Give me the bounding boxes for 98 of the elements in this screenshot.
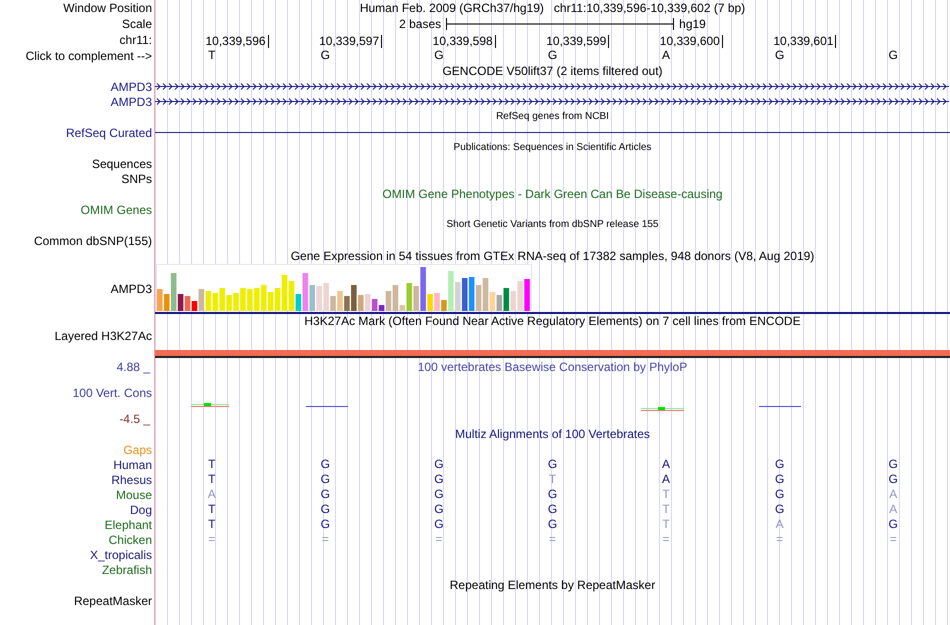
base-letter: =: [662, 533, 670, 546]
conservation-mark: [640, 407, 684, 411]
position-text: chr11:10,339,596-10,339,602 (7 bp): [554, 1, 746, 15]
base-letter: T: [662, 503, 670, 516]
base-letter: A: [776, 518, 784, 531]
base-letter: =: [208, 533, 216, 546]
coordinate-label: 10,339,599: [546, 35, 610, 48]
base-letter: G: [774, 503, 784, 516]
track-label[interactable]: AMPD3: [110, 94, 152, 108]
base-letter: G: [774, 49, 784, 62]
base-letter: G: [434, 458, 444, 471]
coordinate-label: 10,339,601: [773, 35, 836, 48]
base-letter: G: [434, 503, 444, 516]
base-letter: G: [320, 503, 330, 516]
base-letter: G: [434, 49, 444, 62]
base-letter: T: [662, 518, 670, 531]
base-letter: A: [662, 458, 670, 471]
track-label[interactable]: OMIM Genes: [80, 202, 152, 216]
track-title: H3K27Ac Mark (Often Found Near Active Regulatory Elements) on 7 cell lines from ENCODE: [304, 314, 801, 328]
base-letter: G: [434, 488, 444, 501]
track-label[interactable]: RepeatMasker: [74, 594, 152, 608]
base-letter: =: [548, 533, 556, 546]
base-letter: A: [662, 49, 670, 62]
track-label[interactable]: Rhesus: [111, 472, 152, 486]
track-label[interactable]: Layered H3K27Ac: [54, 329, 152, 343]
base-letter: G: [320, 458, 330, 471]
track-title: OMIM Gene Phenotypes - Dark Green Can Be Disease-causing: [382, 187, 723, 201]
track-label[interactable]: Dog: [130, 502, 152, 516]
complement-link[interactable]: Click to complement -->: [26, 48, 152, 62]
axis-label: 4.88 _: [116, 360, 152, 374]
track-label[interactable]: 100 Vert. Cons: [72, 386, 152, 400]
track-title: Multiz Alignments of 100 Vertebrates: [455, 427, 650, 441]
base-letter: G: [320, 473, 330, 486]
base-letter: A: [662, 473, 670, 486]
base-letter: A: [889, 503, 898, 516]
conservation-mark: [190, 403, 229, 407]
base-letter: T: [208, 458, 216, 471]
base-letter: T: [208, 503, 216, 516]
base-letter: G: [774, 458, 784, 471]
axis-label: -4.5 _: [119, 412, 152, 426]
coordinate-label: 10,339,597: [319, 35, 382, 48]
track-title: GENCODE V50lift37 (2 items filtered out): [442, 64, 663, 78]
base-letter: T: [662, 488, 670, 501]
base-letter: G: [548, 49, 558, 62]
row-label: chr11:: [120, 33, 152, 47]
base-letter: G: [548, 503, 558, 516]
conservation-mark: [305, 406, 348, 407]
base-letter: T: [208, 49, 216, 62]
track-title: 100 vertebrates Basewise Conservation by PhyloP: [418, 360, 688, 374]
track-title: Publications: Sequences in Scientific Articles: [454, 141, 652, 155]
row-label: Window Position: [63, 1, 152, 15]
base-letter: G: [320, 488, 330, 501]
assembly-title: Human Feb. 2009 (GRCh37/hg19): [360, 1, 544, 15]
base-letter: G: [434, 518, 444, 531]
base-letter: T: [208, 473, 216, 486]
track-label[interactable]: SNPs: [121, 172, 152, 186]
coordinate-label: 10,339,598: [432, 35, 496, 48]
base-letter: G: [888, 473, 898, 486]
track-label[interactable]: Human: [113, 458, 152, 472]
track-label[interactable]: Elephant: [104, 518, 152, 532]
base-letter: T: [208, 518, 216, 531]
track-label[interactable]: RefSeq Curated: [66, 126, 152, 140]
base-letter: =: [890, 533, 897, 546]
track-label[interactable]: Sequences: [92, 156, 152, 170]
track-title: Repeating Elements by RepeatMasker: [450, 578, 656, 592]
track-title: Short Genetic Variants from dbSNP release 155: [446, 218, 658, 232]
base-letter: G: [888, 49, 898, 62]
track-label[interactable]: Zebrafish: [102, 562, 152, 576]
base-letter: A: [889, 488, 898, 501]
track-label[interactable]: AMPD3: [110, 80, 152, 94]
base-letter: A: [208, 488, 216, 501]
coordinate-label: 10,339,600: [660, 35, 723, 48]
track-label[interactable]: X_tropicalis: [90, 548, 152, 562]
track-label[interactable]: Common dbSNP(155): [34, 234, 152, 248]
row-label: Scale: [122, 17, 152, 31]
base-letter: G: [888, 458, 898, 471]
base-letter: =: [322, 533, 329, 546]
base-letter: G: [774, 473, 784, 486]
scale-assembly: hg19: [679, 17, 706, 31]
base-letter: =: [776, 533, 784, 546]
base-letter: G: [320, 49, 330, 62]
base-letter: G: [548, 488, 558, 501]
track-title: Gene Expression in 54 tissues from GTEx RNA-seq of 17382 samples, 948 donors (V8, Aug 2019): [290, 249, 814, 263]
track-label[interactable]: AMPD3: [110, 282, 152, 296]
coordinate-label: 10,339,596: [206, 35, 269, 48]
track-label[interactable]: Chicken: [108, 532, 152, 546]
track-label[interactable]: Mouse: [116, 488, 152, 502]
base-letter: G: [320, 518, 330, 531]
scale-length: 2 bases: [399, 17, 442, 31]
base-letter: T: [548, 473, 556, 486]
base-letter: =: [435, 533, 442, 546]
track-title: RefSeq genes from NCBI: [496, 110, 609, 124]
base-letter: G: [774, 488, 784, 501]
base-letter: G: [888, 518, 898, 531]
base-letter: G: [548, 518, 558, 531]
base-letter: G: [434, 473, 444, 486]
base-letter: G: [548, 458, 558, 471]
conservation-mark: [758, 406, 801, 407]
